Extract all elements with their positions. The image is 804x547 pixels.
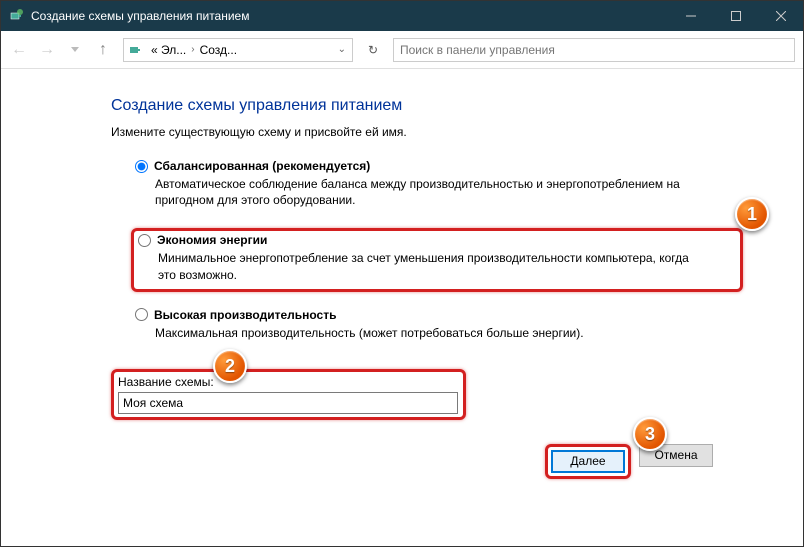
scheme-name-label: Название схемы: [118, 375, 214, 389]
chevron-down-icon[interactable]: ⌄ [336, 44, 348, 55]
maximize-button[interactable] [713, 1, 758, 31]
annotation-badge-2: 2 [213, 349, 247, 383]
chevron-right-icon: › [189, 44, 196, 55]
search-box[interactable] [393, 38, 795, 62]
annotation-badge-1: 1 [735, 197, 769, 231]
next-button-highlight: Далее [545, 444, 631, 479]
title-bar: Создание схемы управления питанием [1, 1, 803, 31]
search-input[interactable] [400, 43, 788, 57]
forward-button[interactable]: → [33, 36, 61, 64]
plan-high-desc: Максимальная производительность (может п… [155, 325, 737, 341]
plan-saver[interactable]: Экономия энергии Минимальное энергопотре… [131, 228, 743, 291]
annotation-badge-3: 3 [633, 417, 667, 451]
breadcrumb-icon [128, 42, 144, 58]
scheme-name-highlight: Название схемы: [111, 369, 466, 420]
next-button[interactable]: Далее [551, 450, 625, 473]
recent-dropdown[interactable] [61, 36, 89, 64]
scheme-name-input[interactable] [118, 392, 458, 414]
plan-high[interactable]: Высокая производительность Максимальная … [131, 306, 743, 347]
breadcrumb-seg-2[interactable]: Созд... [197, 43, 240, 57]
scheme-name-section: Название схемы: [111, 369, 743, 420]
content-area: Создание схемы управления питанием Измен… [1, 69, 803, 499]
refresh-button[interactable]: ↻ [359, 38, 387, 62]
radio-high[interactable] [135, 308, 148, 321]
breadcrumb[interactable]: « Эл... › Созд... ⌄ [123, 38, 353, 62]
minimize-button[interactable] [668, 1, 713, 31]
plan-balanced-label: Сбалансированная (рекомендуется) [154, 159, 370, 173]
page-heading: Создание схемы управления питанием [111, 97, 743, 115]
plan-high-label: Высокая производительность [154, 308, 336, 322]
page-subheading: Измените существующую схему и присвойте … [111, 125, 743, 139]
plan-balanced[interactable]: Сбалансированная (рекомендуется) Автомат… [131, 157, 743, 214]
back-button[interactable]: ← [5, 36, 33, 64]
breadcrumb-seg-1[interactable]: « Эл... [148, 43, 189, 57]
window-title: Создание схемы управления питанием [31, 9, 668, 23]
up-button[interactable]: ↑ [89, 36, 117, 64]
close-button[interactable] [758, 1, 803, 31]
plan-list: Сбалансированная (рекомендуется) Автомат… [131, 157, 743, 347]
plan-balanced-desc: Автоматическое соблюдение баланса между … [155, 176, 737, 208]
nav-bar: ← → ↑ « Эл... › Созд... ⌄ ↻ [1, 31, 803, 69]
radio-saver[interactable] [138, 234, 151, 247]
plan-saver-desc: Минимальное энергопотребление за счет ум… [158, 250, 690, 282]
radio-balanced[interactable] [135, 160, 148, 173]
plan-saver-label: Экономия энергии [157, 233, 267, 247]
app-icon [9, 8, 25, 24]
